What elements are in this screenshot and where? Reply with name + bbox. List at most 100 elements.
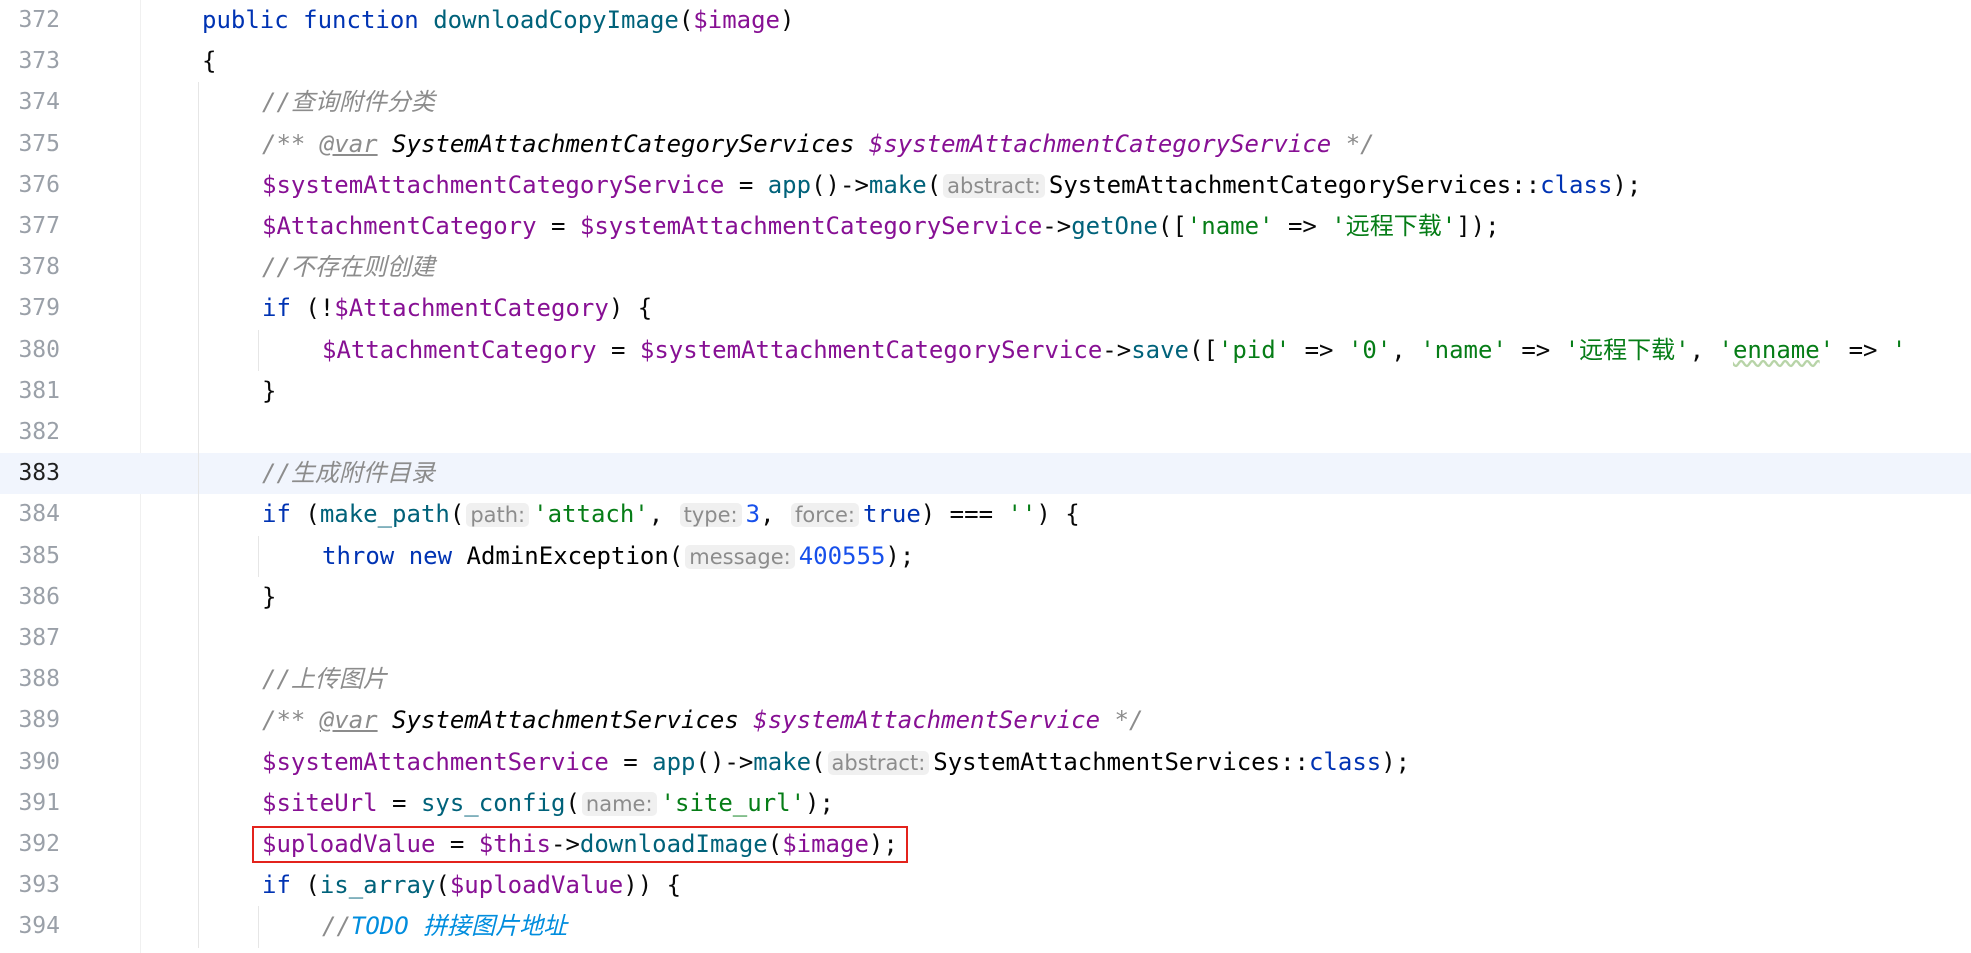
code-token: :: xyxy=(1280,747,1309,776)
line-number[interactable]: 379 xyxy=(0,288,60,329)
code-text: { xyxy=(202,41,216,82)
line-number[interactable]: 389 xyxy=(0,700,60,741)
code-token: 拼接图片地址 xyxy=(423,912,568,941)
code-line[interactable]: 381} xyxy=(0,371,1971,412)
code-token: 'pid' xyxy=(1217,335,1291,364)
code-token: app xyxy=(767,170,812,199)
line-number[interactable]: 382 xyxy=(0,412,60,453)
line-number[interactable]: 391 xyxy=(0,783,60,824)
code-line[interactable]: 373 { xyxy=(0,41,1971,82)
code-text: $AttachmentCategory = $systemAttachmentC… xyxy=(262,206,1500,247)
code-text: //不存在则创建 xyxy=(262,247,435,288)
code-line[interactable]: 385 throw new AdminException(message: 4005… xyxy=(0,536,1971,577)
code-line[interactable]: 380 $AttachmentCategory = $systemAttachme… xyxy=(0,330,1971,371)
code-token: ); xyxy=(885,541,915,570)
line-number[interactable]: 380 xyxy=(0,330,60,371)
code-line[interactable]: 387 xyxy=(0,618,1971,659)
code-token: => xyxy=(1506,335,1565,364)
code-text: //TODO 拼接图片地址 xyxy=(322,906,567,947)
indent-guide xyxy=(258,906,259,948)
line-number[interactable]: 374 xyxy=(0,82,60,123)
code-text: //生成附件目录 xyxy=(262,453,435,494)
code-token: 'name' xyxy=(1186,212,1274,240)
line-number[interactable]: 376 xyxy=(0,165,60,206)
line-number[interactable]: 386 xyxy=(0,577,60,618)
code-token: 400555 xyxy=(798,541,886,570)
code-token: if xyxy=(262,500,291,529)
code-token: $AttachmentCategory xyxy=(262,212,537,240)
line-number[interactable]: 372 xyxy=(0,0,60,41)
line-number[interactable]: 385 xyxy=(0,536,60,577)
code-token: getOne xyxy=(1071,212,1158,240)
code-line[interactable]: 388 //上传图片 xyxy=(0,659,1971,700)
line-number[interactable]: 390 xyxy=(0,742,60,783)
line-number[interactable]: 373 xyxy=(0,41,60,82)
code-token: ' xyxy=(1441,212,1457,240)
code-line[interactable]: 389 /** @var SystemAttachmentServices $sy… xyxy=(0,700,1971,741)
line-number[interactable]: 392 xyxy=(0,824,60,865)
code-token: make xyxy=(868,170,927,199)
code-token: /** xyxy=(262,706,320,735)
code-token: 远程下载 xyxy=(1345,212,1442,240)
code-token: ) === xyxy=(920,500,1008,529)
code-line[interactable]: 383 //生成附件目录 xyxy=(0,453,1971,495)
code-token: 'name' xyxy=(1420,335,1507,364)
parameter-hint: force: xyxy=(791,503,859,528)
code-token: SystemAttachmentServices xyxy=(392,706,754,735)
line-number[interactable]: 375 xyxy=(0,124,60,165)
code-line[interactable]: 386} xyxy=(0,577,1971,618)
code-line[interactable]: 379 if (!$AttachmentCategory) { xyxy=(0,288,1971,329)
code-token: $systemAttachmentService xyxy=(262,747,609,776)
line-number[interactable]: 378 xyxy=(0,247,60,288)
code-line[interactable]: 376 $systemAttachmentCategoryService = ap… xyxy=(0,165,1971,206)
code-token: public xyxy=(202,6,304,34)
code-token: */ xyxy=(1331,129,1375,158)
code-text: } xyxy=(262,577,276,618)
line-number[interactable]: 394 xyxy=(0,906,60,947)
code-token: 生成附件目录 xyxy=(290,459,435,488)
code-token: sys_config xyxy=(420,788,566,817)
code-token: downloadCopyImage xyxy=(433,6,679,34)
line-number[interactable]: 384 xyxy=(0,494,60,535)
code-line[interactable]: 394 //TODO 拼接图片地址 xyxy=(0,906,1971,947)
code-line[interactable]: 384 if (make_path(path:'attach', type: 3, … xyxy=(0,494,1971,535)
code-token: = xyxy=(608,747,653,776)
code-token: if xyxy=(262,871,291,900)
line-number[interactable]: 388 xyxy=(0,659,60,700)
code-line[interactable]: 391 $siteUrl = sys_config(name:'site_url'… xyxy=(0,783,1971,824)
code-token: ]); xyxy=(1456,212,1500,240)
code-token: SystemAttachmentCategoryServices xyxy=(1048,170,1512,199)
line-number[interactable]: 383 xyxy=(0,453,60,494)
code-line[interactable]: 372 public function downloadCopyImage($im… xyxy=(0,0,1971,41)
code-token: ( xyxy=(926,170,942,199)
line-number[interactable]: 381 xyxy=(0,371,60,412)
code-line[interactable]: 378 //不存在则创建 xyxy=(0,247,1971,288)
code-token: TODO xyxy=(350,912,424,941)
code-token: app xyxy=(652,747,696,776)
code-token: = xyxy=(536,212,580,240)
code-token: 3 xyxy=(745,500,761,529)
code-token: ); xyxy=(1612,170,1642,199)
indent-guide xyxy=(198,82,199,948)
code-line[interactable]: 382 xyxy=(0,412,1971,453)
code-line[interactable]: 375 /** @var SystemAttachmentCategoryServ… xyxy=(0,124,1971,165)
indent-guide xyxy=(258,535,259,577)
code-token: ); xyxy=(1381,747,1411,776)
line-number[interactable]: 393 xyxy=(0,865,60,906)
code-token: if xyxy=(262,294,291,323)
code-line[interactable]: 377 $AttachmentCategory = $systemAttachme… xyxy=(0,206,1971,247)
line-number[interactable]: 377 xyxy=(0,206,60,247)
line-number[interactable]: 387 xyxy=(0,618,60,659)
code-token: $systemAttachmentCategoryService xyxy=(579,212,1043,240)
code-token: :: xyxy=(1511,170,1541,199)
code-token: = xyxy=(596,335,640,364)
code-line[interactable]: 390 $systemAttachmentService = app()->mak… xyxy=(0,742,1971,783)
code-line[interactable]: 374 //查询附件分类 xyxy=(0,82,1971,123)
code-token: $siteUrl xyxy=(262,788,378,817)
code-editor[interactable]: 372 public function downloadCopyImage($im… xyxy=(0,0,1971,953)
code-line[interactable]: 393 if (is_array($uploadValue)) { xyxy=(0,865,1971,906)
code-token: make xyxy=(753,747,812,776)
code-token: ([ xyxy=(1157,212,1187,240)
code-text: //上传图片 xyxy=(262,659,387,700)
